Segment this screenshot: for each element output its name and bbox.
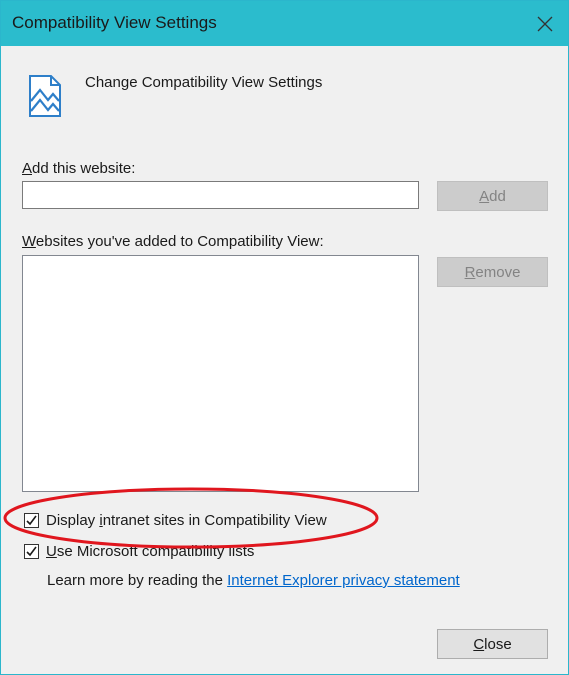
microsoft-lists-checkbox-label[interactable]: Use Microsoft compatibility lists [46,543,254,560]
websites-list-label: Websites you've added to Compatibility V… [22,233,324,250]
privacy-statement-link[interactable]: Internet Explorer privacy statement [227,572,460,589]
compatibility-view-dialog: Compatibility View Settings Change Compa… [0,0,569,675]
checkmark-icon [26,546,37,557]
checkmark-icon [26,515,37,526]
window-title: Compatibility View Settings [12,13,217,32]
intranet-checkbox-label[interactable]: Display intranet sites in Compatibility … [46,512,327,529]
add-website-label: Add this website: [22,160,136,177]
close-icon [537,16,553,31]
remove-button[interactable]: Remove [437,257,548,287]
close-window-button[interactable] [522,1,568,46]
microsoft-lists-checkbox[interactable] [24,544,39,559]
header-text: Change Compatibility View Settings [85,74,323,91]
add-button[interactable]: Add [437,181,548,211]
title-bar[interactable]: Compatibility View Settings [1,1,568,46]
learn-more-text: Learn more by reading the Internet Explo… [47,572,460,589]
add-website-input[interactable] [22,181,419,209]
compatibility-view-icon [27,73,63,119]
intranet-checkbox[interactable] [24,513,39,528]
websites-listbox[interactable] [22,255,419,492]
close-button[interactable]: Close [437,629,548,659]
